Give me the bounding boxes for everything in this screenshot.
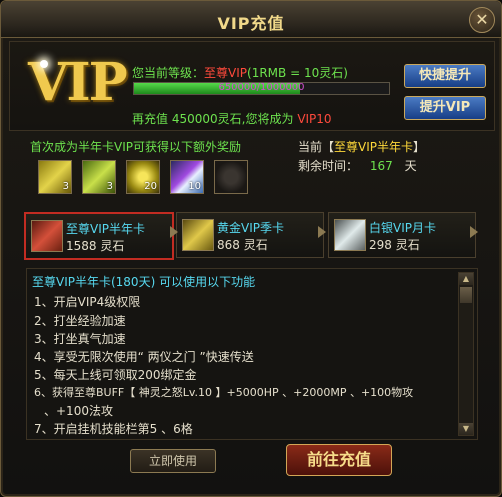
vip-progress-text: 650000/1000000 (218, 82, 305, 93)
vip-progress-bar: 650000/1000000 (133, 82, 390, 95)
current-card-line: 当前【至尊VIP半年卡】 (298, 138, 425, 155)
gold-orb-icon[interactable]: 20 (126, 160, 160, 194)
quick-upgrade-button[interactable]: 快捷提升 (404, 64, 486, 88)
card-supreme-half-year[interactable]: 至尊VIP半年卡 1588 灵石 (24, 212, 174, 260)
feature-line: 2、打坐经验加速 (34, 314, 126, 328)
next-level-line: 再充值 450000灵石,您将成为 VIP10 (132, 110, 332, 127)
feature-line: 6、获得至尊BUFF【 神灵之怒Lv.10 】+5000HP 、+2000MP … (34, 386, 414, 399)
go-recharge-button[interactable]: 前往充值 (286, 444, 392, 476)
next-mid: ,您将成为 (241, 112, 294, 126)
card-price: 298 灵石 (369, 238, 420, 252)
feature-line: 、+100法攻 (44, 404, 113, 418)
current-level-line: 您当前等级：至尊VIP(1RMB = 10灵石) (132, 64, 348, 81)
arrow-right-icon (170, 226, 178, 238)
card-silver-month[interactable]: 白银VIP月卡 298 灵石 (328, 212, 476, 258)
close-icon[interactable]: ✕ (469, 7, 495, 33)
current-label-pre: 当前【 (298, 140, 335, 154)
arrow-right-icon (318, 226, 326, 238)
card-price: 868 灵石 (217, 238, 268, 252)
remaining-unit: 天 (404, 159, 417, 173)
purple-crystal-icon[interactable]: 10 (170, 160, 204, 194)
remaining-time-line: 剩余时间： 167 天 (298, 157, 417, 174)
gold-wings-icon[interactable]: 3 (38, 160, 72, 194)
card-gold-quarter[interactable]: 黄金VIP季卡 868 灵石 (176, 212, 324, 258)
item-count: 3 (62, 181, 69, 192)
remaining-label: 剩余时间： (298, 159, 359, 173)
features-title: 至尊VIP半年卡(180天) 可以使用以下功能 (32, 275, 256, 289)
upgrade-vip-button[interactable]: 提升VIP (404, 96, 486, 120)
next-pre: 再充值 (132, 112, 169, 126)
level-value: 至尊VIP (204, 66, 248, 80)
next-level: VIP10 (297, 112, 332, 126)
green-wings-icon[interactable]: 3 (82, 160, 116, 194)
sparkle-icon (40, 60, 48, 68)
card-name: 至尊VIP半年卡 (66, 222, 145, 236)
features-scrollbar[interactable]: ▲ ▼ (458, 272, 474, 436)
use-now-button[interactable]: 立即使用 (130, 449, 216, 473)
silver-jade-icon (334, 219, 366, 251)
card-name: 白银VIP月卡 (369, 221, 436, 235)
feature-line: 1、开启VIP4级权限 (34, 295, 141, 309)
scroll-down-icon[interactable]: ▼ (459, 423, 473, 435)
gold-jade-icon (182, 219, 214, 251)
current-card-name: 至尊VIP半年卡 (334, 140, 414, 154)
scroll-thumb[interactable] (460, 287, 472, 303)
current-label-post: 】 (413, 140, 426, 154)
arrow-right-icon (470, 226, 478, 238)
item-count: 3 (106, 181, 113, 192)
empty-orb-icon[interactable] (214, 160, 248, 194)
next-amount: 450000灵石 (171, 112, 242, 126)
feature-line: 5、每天上线可领取200绑定金 (34, 368, 197, 382)
remaining-days: 167 (369, 159, 393, 173)
feature-line: 7、开启挂机技能栏第5 、6格 (34, 422, 193, 436)
title-bar[interactable]: VIP充值 ✕ (1, 1, 501, 38)
feature-line: 3、打坐真气加速 (34, 332, 126, 346)
card-price: 1588 灵石 (66, 239, 125, 253)
card-name: 黄金VIP季卡 (217, 221, 284, 235)
window-title: VIP充值 (217, 14, 285, 33)
item-count: 10 (188, 181, 201, 192)
reward-title: 首次成为半年卡VIP可获得以下额外奖励 (30, 140, 241, 154)
scroll-up-icon[interactable]: ▲ (459, 273, 473, 285)
exchange-rate: (1RMB = 10灵石) (247, 66, 348, 80)
feature-line: 4、享受无限次使用“ 两仪之门 ”快速传送 (34, 350, 254, 364)
level-label: 您当前等级： (132, 66, 205, 80)
item-count: 20 (144, 181, 157, 192)
red-jade-icon (31, 220, 63, 252)
